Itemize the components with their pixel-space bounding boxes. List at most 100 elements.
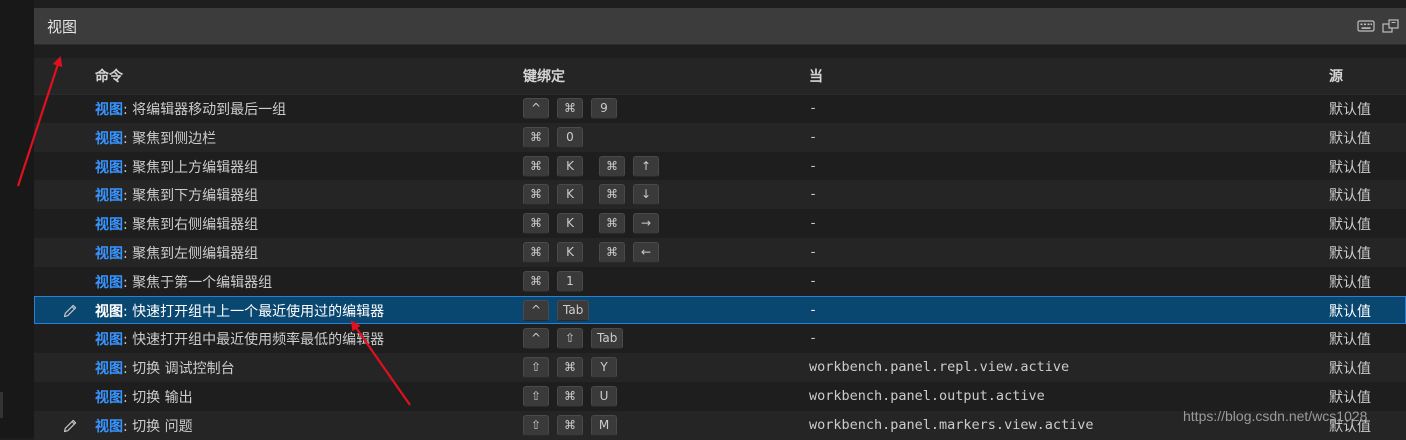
command-cell: 视图: 切换 输出 <box>95 387 193 407</box>
when-cell: - <box>809 100 818 116</box>
when-cell: - <box>809 215 818 232</box>
command-cell: 视图: 聚焦到左侧编辑器组 <box>95 243 258 263</box>
header-keybinding[interactable]: 键绑定 <box>523 66 565 86</box>
keybinding-cell: ⌘ 1 <box>523 270 591 292</box>
key-cap: ↑ <box>633 155 659 177</box>
command-category: 视图 <box>95 361 123 378</box>
key-cap: ⇧ <box>523 414 549 436</box>
command-category: 视图 <box>95 274 123 291</box>
key-cap: K <box>557 241 583 263</box>
header-when[interactable]: 当 <box>809 66 823 86</box>
table-row[interactable]: 视图: 聚焦到侧边栏 ⌘ 0 - 默认值 <box>34 122 1406 152</box>
command-category: 视图 <box>95 217 123 234</box>
key-cap: Y <box>591 357 617 379</box>
key-cap: ⌘ <box>557 385 583 407</box>
source-cell: 默认值 <box>1329 332 1371 349</box>
header-command[interactable]: 命令 <box>95 66 123 86</box>
command-cell: 视图: 快速打开组中上一个最近使用过的编辑器 <box>95 301 384 321</box>
gutter-marker <box>0 392 3 418</box>
source-cell: 默认值 <box>1329 102 1371 118</box>
when-cell: workbench.panel.output.active <box>809 387 1045 404</box>
source-cell: 默认值 <box>1329 188 1371 205</box>
source-cell: 默认值 <box>1329 130 1371 147</box>
key-cap: ⌘ <box>523 184 549 206</box>
table-row[interactable]: 视图: 聚焦到右侧编辑器组 ⌘ K ⌘ → - 默认值 <box>34 209 1406 238</box>
command-category: 视图 <box>95 332 123 349</box>
keybinding-cell: ^ Tab <box>523 299 597 321</box>
table-header: 命令 键绑定 当 源 <box>34 58 1406 95</box>
command-cell: 视图: 切换 调试控制台 <box>95 358 235 378</box>
key-cap: Tab <box>557 299 590 321</box>
key-cap: ⌘ <box>599 213 625 235</box>
left-gutter <box>0 0 34 438</box>
command-category: 视图 <box>95 245 123 262</box>
pencil-icon[interactable] <box>62 418 78 434</box>
command-category: 视图 <box>95 130 123 147</box>
source-cell: 默认值 <box>1329 389 1371 406</box>
command-cell: 视图: 聚焦到右侧编辑器组 <box>95 214 258 234</box>
key-cap: ⌘ <box>523 270 549 292</box>
keybinding-cell: ⌘ K ⌘ ↑ <box>523 155 667 177</box>
key-cap: K <box>557 213 583 235</box>
command-label: : 聚焦到侧边栏 <box>123 130 217 147</box>
key-cap: ⌘ <box>599 241 625 263</box>
keybindings-table: 视图: 将编辑器移动到最后一组 ^ ⌘ 9- 默认值 视图: 聚焦到侧边栏 ⌘ 0- 默认值 视图… <box>34 94 1406 440</box>
when-cell: workbench.panel.markers.view.active <box>809 416 1094 433</box>
key-cap: ^ <box>523 299 549 321</box>
table-row[interactable]: 视图: 聚焦到下方编辑器组 ⌘ K ⌘ ↓ - 默认值 <box>34 180 1406 210</box>
command-cell: 视图: 快速打开组中最近使用频率最低的编辑器 <box>95 329 384 349</box>
keybinding-cell: ^ ⇧ Tab <box>523 328 631 350</box>
search-title-bar[interactable]: 视图 <box>34 8 1406 45</box>
keybinding-cell: ⇧ ⌘ M <box>523 414 625 436</box>
when-cell: - <box>809 272 818 289</box>
keybinding-cell: ⌘ K ⌘ ↓ <box>523 184 667 206</box>
command-category: 视图 <box>95 102 123 118</box>
key-cap: 1 <box>557 270 583 292</box>
command-label: : 将编辑器移动到最后一组 <box>123 102 287 118</box>
keyboard-icon[interactable] <box>1357 19 1375 33</box>
table-row[interactable]: 视图: 切换 调试控制台 ⇧ ⌘ Yworkbench.panel.repl.view… <box>34 353 1406 382</box>
command-label: : 快速打开组中上一个最近使用过的编辑器 <box>123 303 385 320</box>
key-cap: ⌘ <box>523 213 549 235</box>
command-label: : 聚焦到右侧编辑器组 <box>123 217 259 234</box>
table-row[interactable]: 视图: 快速打开组中上一个最近使用过的编辑器 ^ Tab - 默认值 <box>34 295 1406 325</box>
table-row[interactable]: 视图: 将编辑器移动到最后一组 ^ ⌘ 9 - 默认值 <box>34 94 1406 123</box>
key-cap: ^ <box>523 328 549 350</box>
key-cap: ← <box>633 241 659 263</box>
command-label: : 聚焦到下方编辑器组 <box>123 188 259 205</box>
key-cap: ⇧ <box>557 328 583 350</box>
source-cell: 默认值 <box>1329 245 1371 262</box>
panel-title: 视图 <box>47 18 78 36</box>
key-cap: 9 <box>591 98 617 119</box>
when-cell: - <box>809 301 818 318</box>
keybinding-cell: ⇧ ⌘ U <box>523 385 625 407</box>
key-cap: ⇧ <box>523 385 549 407</box>
command-label: : 聚焦到左侧编辑器组 <box>123 245 259 262</box>
source-cell: 默认值 <box>1329 217 1371 234</box>
table-row[interactable]: 视图: 快速打开组中最近使用频率最低的编辑器 ^ ⇧ Tab - 默认值 <box>34 324 1406 353</box>
keybinding-cell: ⌘ 0 <box>523 126 591 148</box>
when-cell: - <box>809 186 818 203</box>
open-editor-icon[interactable] <box>1382 19 1400 33</box>
source-cell: 默认值 <box>1329 361 1371 378</box>
key-cap: ⌘ <box>599 184 625 206</box>
pencil-icon[interactable] <box>62 303 78 319</box>
command-cell: 视图: 聚焦于第一个编辑器组 <box>95 272 272 292</box>
table-row[interactable]: 视图: 聚焦到左侧编辑器组 ⌘ K ⌘ ← - 默认值 <box>34 237 1406 267</box>
command-label: : 聚焦到上方编辑器组 <box>123 159 259 176</box>
source-cell: 默认值 <box>1329 159 1371 176</box>
when-cell: workbench.panel.repl.view.active <box>809 359 1070 376</box>
command-label: : 快速打开组中最近使用频率最低的编辑器 <box>123 332 385 349</box>
command-cell: 视图: 聚焦到上方编辑器组 <box>95 157 258 177</box>
when-cell: - <box>809 128 818 145</box>
key-cap: ⇧ <box>523 357 549 379</box>
command-label: : 聚焦于第一个编辑器组 <box>123 274 273 291</box>
table-row[interactable]: 视图: 切换 输出 ⇧ ⌘ Uworkbench.panel.output.activ… <box>34 382 1406 411</box>
when-cell: - <box>809 157 818 174</box>
header-source[interactable]: 源 <box>1329 66 1343 86</box>
key-cap: K <box>557 184 583 206</box>
table-row[interactable]: 视图: 聚焦到上方编辑器组 ⌘ K ⌘ ↑ - 默认值 <box>34 152 1406 181</box>
table-row[interactable]: 视图: 聚焦于第一个编辑器组 ⌘ 1- 默认值 <box>34 267 1406 296</box>
key-cap: ^ <box>523 98 549 119</box>
key-cap: U <box>591 385 617 407</box>
